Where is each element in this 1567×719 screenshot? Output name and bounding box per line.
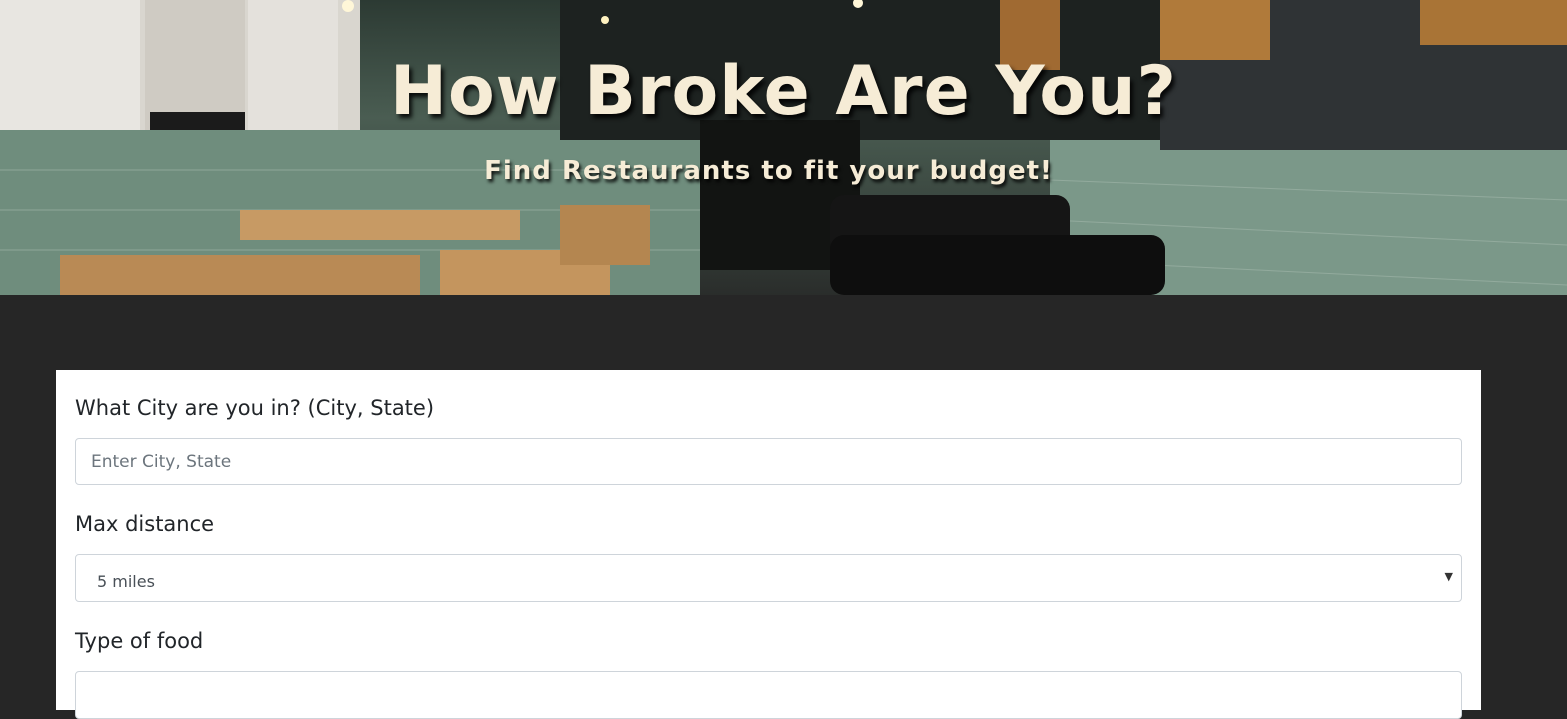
food-type-label: Type of food: [75, 629, 204, 653]
page-subtitle: Find Restaurants to fit your budget!: [484, 156, 1053, 186]
food-type-select[interactable]: [75, 671, 1462, 719]
distance-selected-value: 5 miles: [97, 572, 155, 591]
city-input[interactable]: [75, 438, 1462, 485]
caret-down-icon: ▼: [1444, 570, 1453, 583]
city-label: What City are you in? (City, State): [75, 396, 435, 420]
page-title: How Broke Are You?: [390, 52, 1177, 131]
search-form: What City are you in? (City, State) Max …: [56, 370, 1481, 719]
hero-banner: How Broke Are You? Find Restaurants to f…: [0, 0, 1567, 295]
distance-label: Max distance: [75, 512, 215, 536]
restaurant-background-image: [0, 0, 1567, 295]
distance-select[interactable]: 5 miles ▼: [75, 554, 1462, 602]
